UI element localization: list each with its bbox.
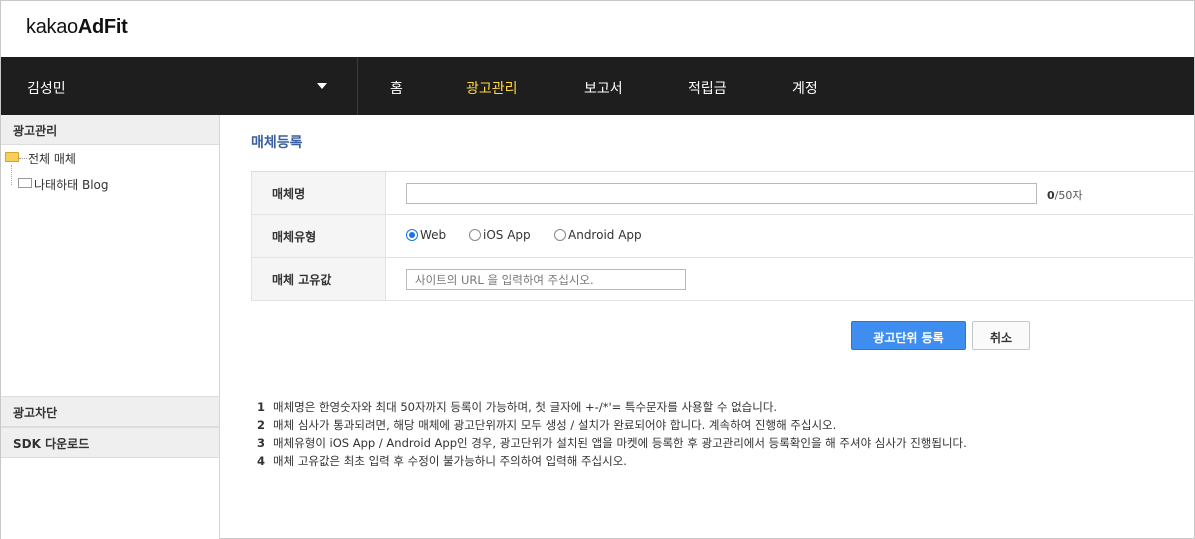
sidebar-item-sdk-download[interactable]: SDK 다운로드 <box>1 427 219 458</box>
radio-label: iOS App <box>483 228 531 242</box>
tree-item-label: 나태하태 Blog <box>34 178 109 192</box>
media-name-input[interactable] <box>406 183 1037 204</box>
radio-unchecked-icon <box>554 229 566 241</box>
tree-connector <box>19 158 27 159</box>
nav-account[interactable]: 계정 <box>792 78 818 98</box>
caret-down-icon[interactable] <box>317 83 327 89</box>
note-item: 4 매체 고유값은 최초 입력 후 수정이 불가능하니 주의하여 입력해 주십시오… <box>257 454 627 468</box>
note-item: 2 매체 심사가 통과되려면, 해당 매체에 광고단위까지 모두 생성 / 설치가… <box>257 418 837 432</box>
cancel-button[interactable]: 취소 <box>972 321 1030 350</box>
unique-value-label: 매체 고유값 <box>251 258 386 300</box>
media-type-label: 매체유형 <box>251 215 386 257</box>
nav-reserve[interactable]: 적립금 <box>688 78 727 98</box>
sidebar-item-ad-block[interactable]: 광고차단 <box>1 396 219 427</box>
unique-value-cell <box>386 258 1195 300</box>
top-bar: kakaoAdFit <box>1 1 1194 57</box>
tree-connector <box>11 165 12 185</box>
radio-label: Web <box>420 228 447 242</box>
help-notes: 1 매체명은 한영숫자와 최대 50자까지 등록이 가능하며, 첫 글자에 +-/… <box>257 399 967 471</box>
unique-value-input[interactable] <box>406 269 686 290</box>
register-ad-unit-button[interactable]: 광고단위 등록 <box>851 321 966 350</box>
radio-checked-icon <box>406 229 418 241</box>
form-row-unique-value: 매체 고유값 <box>251 258 1195 301</box>
sidebar-header[interactable]: 광고관리 <box>1 115 219 145</box>
account-selector[interactable]: 김성민 <box>1 57 358 115</box>
media-form: 매체명 0/50자 매체유형 Web iOS App Android App 매… <box>251 171 1195 301</box>
form-row-media-name: 매체명 0/50자 <box>251 172 1195 215</box>
form-row-media-type: 매체유형 Web iOS App Android App <box>251 215 1195 258</box>
note-item: 3 매체유형이 iOS App / Android App인 경우, 광고단위가 … <box>257 436 967 450</box>
folder-icon <box>18 178 32 188</box>
radio-unchecked-icon <box>469 229 481 241</box>
main-nav: 김성민 홈 광고관리 보고서 적립금 계정 <box>1 57 1194 115</box>
media-name-label: 매체명 <box>251 172 386 214</box>
radio-label: Android App <box>568 228 642 242</box>
nav-reports[interactable]: 보고서 <box>584 78 623 98</box>
media-type-options: Web iOS App Android App <box>386 215 1195 257</box>
media-name-cell: 0/50자 <box>386 172 1195 214</box>
char-counter: 0/50자 <box>1047 189 1083 202</box>
account-name: 김성민 <box>27 81 66 97</box>
nav-home[interactable]: 홈 <box>390 78 403 98</box>
folder-open-icon <box>5 152 19 162</box>
sidebar: 광고관리 전체 매체 나태하태 Blog 광고차단 SDK 다운로드 <box>1 115 220 539</box>
main-content: 매체등록 매체명 0/50자 매체유형 Web iOS App Android … <box>221 115 1195 539</box>
kakao-adfit-logo[interactable]: kakaoAdFit <box>26 16 128 39</box>
note-item: 1 매체명은 한영숫자와 최대 50자까지 등록이 가능하며, 첫 글자에 +-/… <box>257 400 778 414</box>
page-title: 매체등록 <box>251 135 303 151</box>
tree-item-label: 전체 매체 <box>28 152 76 166</box>
nav-ad-management[interactable]: 광고관리 <box>466 78 518 98</box>
